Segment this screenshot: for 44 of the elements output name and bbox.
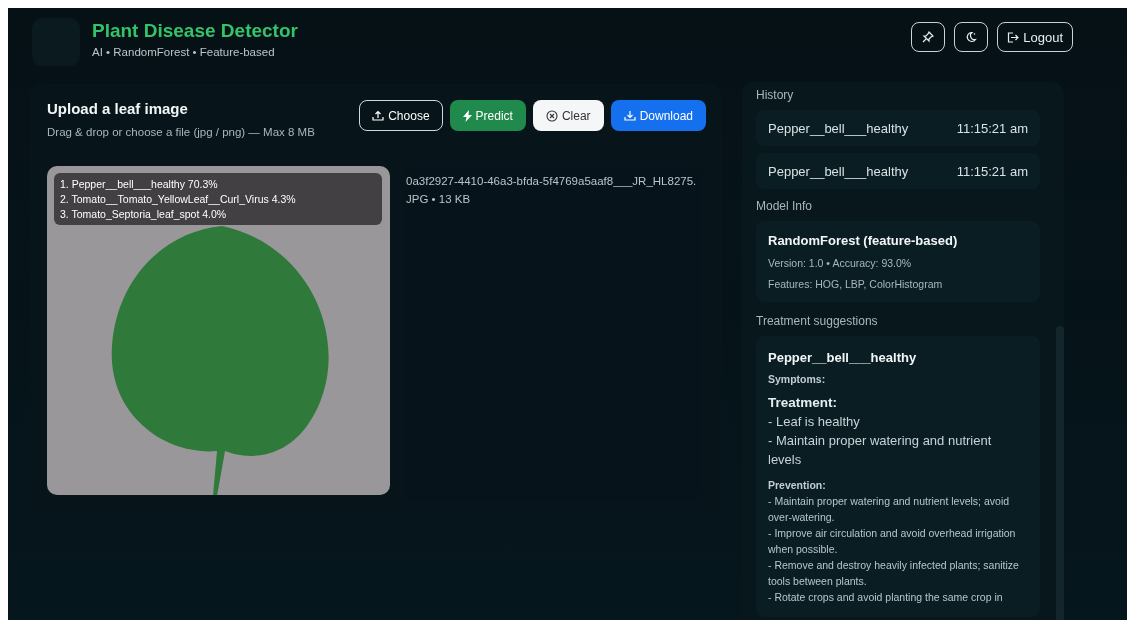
download-button[interactable]: Download (610, 100, 706, 131)
model-version: Version: 1.0 • Accuracy: 93.0% (768, 257, 913, 269)
close-circle-icon (545, 109, 558, 122)
upload-title: Upload a leaf image (47, 100, 189, 117)
prevention-label: Prevention: (768, 479, 827, 491)
prevention-line: - Rotate crops and avoid planting the same crop in (768, 590, 1004, 605)
prevention-line: - Remove and destroy heavily infected plants; sanitize tools between plants. (768, 558, 1020, 589)
section-heading: Treatment suggestions (756, 314, 879, 328)
upload-hint: Drag & drop or choose a file (jpg / png) — Max 8 MB (47, 126, 315, 138)
section-heading: History (756, 88, 795, 102)
upload-icon (372, 110, 385, 121)
pin-button[interactable] (911, 22, 946, 52)
history-time: 11:15:21 am (956, 120, 1028, 136)
model-name: RandomForest (feature-based) (768, 233, 959, 248)
lightning-icon (462, 109, 472, 122)
history-label: Pepper__bell___healthy (768, 120, 909, 136)
model-features: Features: HOG, LBP, ColorHistogram (768, 278, 944, 290)
history-item[interactable]: Pepper__bell___healthy 11:15:21 am (756, 110, 1040, 146)
logout-button[interactable]: Logout (997, 22, 1073, 52)
pin-icon (922, 31, 935, 43)
history-label: Pepper__bell___healthy (768, 163, 909, 179)
prevention-line: - Improve air circulation and avoid overhead irrigation when possible. (768, 526, 1017, 557)
section-heading: Model Info (756, 199, 814, 213)
treatment-label: Treatment: (768, 395, 839, 410)
disease-name: Pepper__bell___healthy (768, 350, 918, 365)
prediction-line: 1. Pepper__bell___healthy 70.3% (60, 178, 219, 190)
prevention-line: - Maintain proper watering and nutrient levels; avoid over-watering. (768, 494, 1011, 525)
history-item[interactable]: Pepper__bell___healthy 11:15:21 am (756, 153, 1040, 189)
symptoms-label: Symptoms: (768, 373, 827, 385)
file-info: 0a3f2927-4410-46a3-bfda-5f4769a5aaf8___JR_HL8275.JPG • 13 KB (406, 174, 698, 207)
choose-button[interactable]: Choose (359, 100, 443, 131)
theme-toggle-button[interactable] (954, 22, 989, 52)
treatment-line: - Maintain proper watering and nutrient levels (768, 432, 993, 469)
prediction-line: 3. Tomato_Septoria_leaf_spot 4.0% (60, 208, 228, 220)
treatment-line: - Leaf is healthy (768, 413, 861, 431)
clear-button[interactable]: Clear (532, 100, 604, 131)
predict-button[interactable]: Predict (449, 100, 526, 131)
prediction-line: 2. Tomato__Tomato_YellowLeaf__Curl_Virus 4.3% (60, 193, 297, 205)
logout-icon (1007, 31, 1020, 43)
app-subtitle: AI • RandomForest • Feature-based (92, 46, 276, 58)
history-time: 11:15:21 am (956, 163, 1028, 179)
moon-icon (965, 31, 978, 43)
download-icon (623, 110, 636, 121)
app-title: Plant Disease Detector (92, 20, 299, 42)
